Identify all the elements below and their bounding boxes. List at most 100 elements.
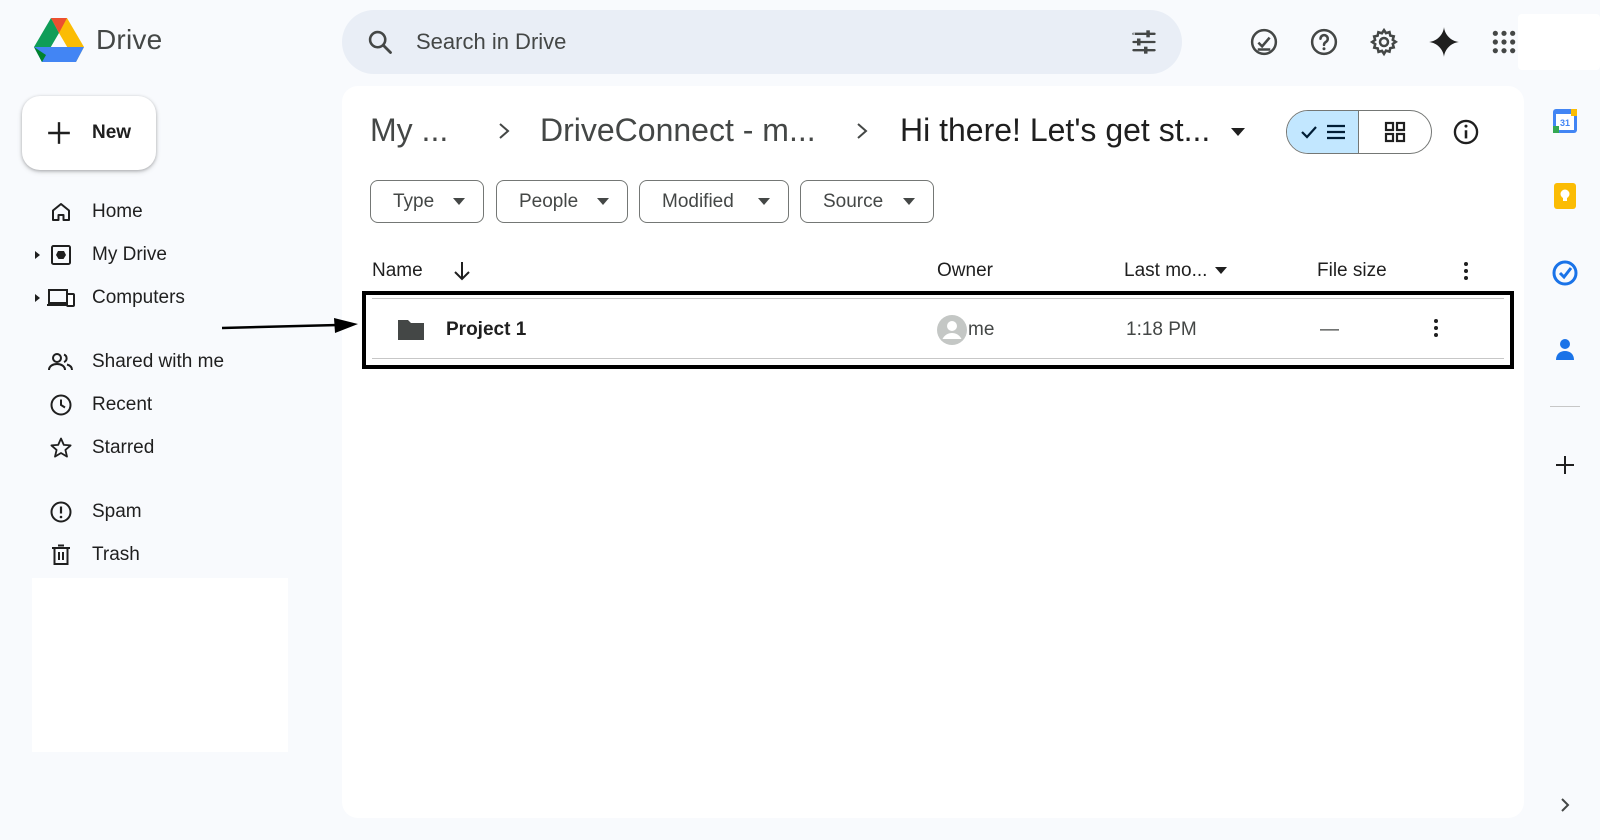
settings-icon [1369, 27, 1399, 57]
list-icon [1326, 124, 1345, 140]
filter-label: Modified [662, 190, 734, 212]
sidebar-item-spam[interactable]: Spam [30, 495, 142, 529]
chevron-right-icon [857, 123, 868, 139]
annotation-arrow-icon [221, 318, 358, 333]
help-icon [1310, 28, 1338, 56]
star-icon [50, 437, 72, 458]
expand-caret-icon[interactable] [33, 293, 41, 303]
ready-for-offline-icon [1250, 28, 1278, 56]
grid-icon [1384, 121, 1406, 143]
filter-source-chip[interactable]: Source [800, 180, 934, 223]
chevron-right-icon [1561, 798, 1570, 812]
view-toggle[interactable] [1286, 110, 1432, 154]
list-view-button[interactable] [1287, 111, 1359, 153]
check-icon [1300, 126, 1317, 139]
sidebar-item-shared-with-me[interactable]: Shared with me [30, 345, 224, 379]
sort-arrow-down-icon[interactable] [452, 260, 472, 282]
sidebar-item-trash[interactable]: Trash [30, 538, 140, 572]
hide-side-panel-button[interactable] [1550, 790, 1580, 820]
my-drive-icon [51, 245, 71, 265]
calendar-day: 31 [1560, 118, 1570, 128]
sidebar-item-label: Spam [92, 501, 142, 522]
contacts-icon [1556, 339, 1574, 360]
chevron-right-icon [499, 123, 510, 139]
side-app-calendar[interactable]: 31 [1550, 106, 1580, 136]
clock-icon [50, 394, 72, 416]
filter-type-chip[interactable]: Type [370, 180, 484, 223]
trash-icon [52, 544, 70, 565]
side-app-keep[interactable] [1550, 181, 1580, 211]
sidebar-item-label: Home [92, 201, 143, 222]
gemini-button[interactable] [1414, 22, 1474, 62]
calendar-icon: 31 [1553, 109, 1577, 133]
search-input[interactable] [416, 24, 1076, 60]
storage-panel [32, 578, 288, 752]
expand-caret-icon[interactable] [33, 250, 41, 260]
plus-icon [1556, 456, 1574, 474]
account-avatar[interactable] [1518, 14, 1600, 70]
get-add-ons-button[interactable] [1550, 450, 1580, 480]
ready-for-offline-button[interactable] [1234, 22, 1294, 62]
sidebar-item-starred[interactable]: Starred [30, 431, 154, 465]
search-bar[interactable] [342, 10, 1182, 74]
breadcrumb-item[interactable]: My ... [370, 112, 448, 149]
sidebar-item-label: Computers [92, 287, 185, 308]
chevron-down-icon[interactable] [1214, 266, 1228, 276]
new-button[interactable]: New [22, 96, 156, 170]
column-header-owner: Owner [937, 260, 993, 281]
column-header-last-modified[interactable]: Last mo... [1124, 260, 1207, 282]
search-icon[interactable] [366, 28, 394, 56]
sidebar-item-label: My Drive [92, 244, 167, 265]
folder-icon [398, 320, 424, 340]
sidebar-item-my-drive[interactable]: My Drive [30, 238, 167, 272]
info-icon[interactable] [1452, 118, 1480, 146]
filter-label: Source [823, 190, 884, 212]
grid-view-button[interactable] [1359, 111, 1431, 153]
row-divider [372, 358, 1504, 359]
filter-label: People [519, 190, 579, 212]
filter-label: Type [393, 190, 435, 212]
file-size: — [1320, 319, 1339, 340]
sidebar-item-label: Recent [92, 394, 153, 415]
owner-avatar-icon [937, 315, 967, 345]
settings-button[interactable] [1354, 22, 1414, 62]
apps-grid-icon [1492, 30, 1516, 54]
sidebar-item-label: Trash [92, 544, 140, 565]
sidebar-item-home[interactable]: Home [30, 195, 143, 229]
breadcrumb-item[interactable]: DriveConnect - m... [540, 112, 816, 149]
header-actions [1234, 22, 1534, 62]
filter-people-chip[interactable]: People [496, 180, 628, 223]
help-button[interactable] [1294, 22, 1354, 62]
gemini-icon [1429, 27, 1459, 57]
home-icon [52, 203, 70, 221]
drive-logo-icon [34, 18, 84, 62]
tasks-icon [1552, 260, 1578, 286]
sidebar-item-recent[interactable]: Recent [30, 388, 152, 422]
folder-actions-dropdown-icon[interactable] [1228, 122, 1248, 142]
shared-icon [48, 353, 73, 371]
breadcrumb-current[interactable]: Hi there! Let's get st... [900, 112, 1210, 149]
plus-icon [48, 122, 70, 144]
side-app-contacts[interactable] [1550, 334, 1580, 364]
table-row[interactable]: Project 1 me 1:18 PM — [362, 291, 1514, 369]
new-button-label: New [92, 122, 132, 143]
sidebar-item-computers[interactable]: Computers [30, 281, 185, 315]
file-last-modified: 1:18 PM [1126, 319, 1197, 340]
more-actions-icon[interactable] [1430, 317, 1442, 339]
spam-icon [50, 501, 72, 523]
app-name: Drive [96, 24, 163, 55]
file-name[interactable]: Project 1 [446, 319, 526, 341]
chevron-down-icon [453, 198, 465, 205]
column-options-icon[interactable] [1460, 260, 1472, 282]
filter-modified-chip[interactable]: Modified [639, 180, 789, 223]
sidebar-item-label: Shared with me [92, 351, 225, 372]
keep-icon [1554, 183, 1576, 209]
computers-icon [47, 289, 75, 307]
chevron-down-icon [597, 198, 609, 205]
row-divider [372, 298, 1504, 299]
side-app-tasks[interactable] [1550, 258, 1580, 288]
drive-logo[interactable]: Drive [34, 18, 162, 62]
chevron-down-icon [903, 198, 915, 205]
search-options-icon[interactable] [1130, 28, 1158, 56]
column-header-name[interactable]: Name [372, 260, 423, 282]
